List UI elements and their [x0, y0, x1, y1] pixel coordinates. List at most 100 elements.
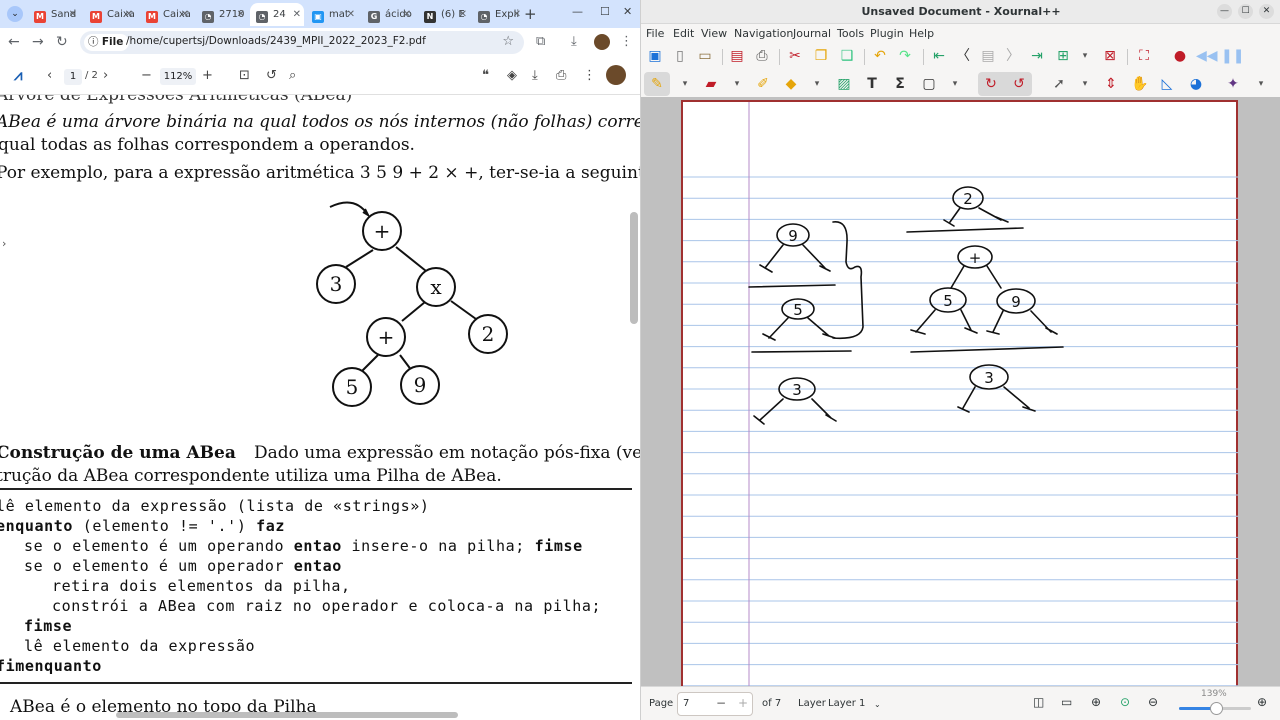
zoom-out-icon[interactable]: ⊖	[1148, 695, 1158, 709]
new-tab-icon[interactable]: +	[524, 5, 537, 23]
shapes-icon[interactable]: ◆	[783, 76, 799, 92]
back-icon[interactable]: ←	[8, 34, 20, 50]
avatar[interactable]	[594, 34, 610, 50]
last-page-icon[interactable]: ⇥	[1029, 48, 1045, 64]
dual-page-icon[interactable]: ◫	[1033, 695, 1044, 709]
menu-file[interactable]: File	[646, 27, 664, 40]
open-icon[interactable]: ▭	[697, 48, 713, 64]
redo-icon[interactable]: ↷	[897, 48, 913, 64]
new-document-icon[interactable]: ▯	[672, 48, 688, 64]
first-page-icon[interactable]: ⇤	[931, 48, 947, 64]
highlighter-icon[interactable]: ✐	[755, 76, 771, 92]
drawing-canvas[interactable]: 9 5 3 2 +5 9 3	[641, 97, 1280, 686]
select-icon[interactable]: ➚	[1051, 76, 1067, 92]
pause-icon[interactable]: ❚❚	[1221, 48, 1244, 64]
page-increment-icon[interactable]: +	[738, 696, 748, 710]
menu-help[interactable]: Help	[909, 27, 934, 40]
menu-edit[interactable]: Edit	[673, 27, 694, 40]
menu-view[interactable]: View	[701, 27, 727, 40]
latex-icon[interactable]: Σ	[892, 76, 908, 92]
horizontal-scrollbar[interactable]	[116, 712, 458, 718]
pdf-viewport[interactable]: Árvore de Expressões Aritméticas (ABea) …	[0, 95, 640, 720]
downloads-icon[interactable]: ⤓	[571, 34, 577, 49]
zoom-input[interactable]: 112%	[160, 68, 196, 85]
tab-search-icon[interactable]: ⌄	[7, 6, 23, 22]
pdf-download-icon[interactable]: ⤓	[532, 68, 538, 83]
fullscreen-icon[interactable]: ⛶	[1136, 48, 1152, 64]
reload-icon[interactable]: ↻	[56, 34, 68, 50]
eraser-dropdown-icon[interactable]: ▾	[729, 76, 745, 92]
pdf-more-icon[interactable]: ⋮	[583, 68, 596, 83]
search-icon[interactable]: ⌕	[289, 68, 296, 83]
tab-close-icon[interactable]: ✕	[125, 3, 133, 26]
zoom-in-icon[interactable]: +	[202, 68, 213, 83]
browser-tab[interactable]: M Caixa ✕	[84, 3, 136, 26]
sidebar-expand-icon[interactable]: ›	[2, 237, 6, 250]
export-pdf-icon[interactable]: ▤	[729, 48, 745, 64]
tab-close-icon[interactable]: ✕	[347, 3, 355, 26]
highlight-icon[interactable]: ◈	[507, 68, 517, 83]
rotate-icon[interactable]: ↺	[266, 68, 277, 83]
close-icon[interactable]: ✕	[623, 5, 632, 18]
browser-tab[interactable]: ◔ 2710 ✕	[196, 3, 248, 26]
minimize-icon[interactable]: —	[572, 5, 583, 18]
presentation-icon[interactable]: ▭	[1061, 695, 1072, 709]
menu-journal[interactable]: Journal	[793, 27, 831, 40]
tab-close-icon[interactable]: ✕	[293, 3, 301, 26]
browser-tab[interactable]: M Sand ✕	[28, 3, 80, 26]
extensions-icon[interactable]: ⧉	[536, 34, 545, 49]
page-spinner[interactable]: 7 − +	[677, 692, 753, 716]
menu-tools[interactable]: Tools	[837, 27, 864, 40]
x-minimize-icon[interactable]: —	[1217, 4, 1232, 19]
x-close-icon[interactable]: ✕	[1259, 4, 1274, 19]
tab-close-icon[interactable]: ✕	[459, 3, 467, 26]
layer-dropdown-icon[interactable]: ⌄	[874, 700, 881, 709]
vertical-space-icon[interactable]: ⇕	[1103, 76, 1119, 92]
zoom-fit-icon[interactable]: ⊕	[1091, 695, 1101, 709]
setsquare-icon[interactable]: ◺	[1159, 76, 1175, 92]
toolbox-icon[interactable]: ✦	[1225, 76, 1241, 92]
browser-tab[interactable]: M Caixa ✕	[140, 3, 192, 26]
tab-close-icon[interactable]: ✕	[403, 3, 411, 26]
print-icon[interactable]: ⎙	[556, 68, 566, 83]
prev-page-icon[interactable]: ‹	[47, 68, 52, 83]
pen-icon[interactable]: ✎	[649, 76, 665, 92]
site-info-chip[interactable]: ⓘ File	[84, 34, 130, 51]
rectangle-icon[interactable]: ▢	[921, 76, 937, 92]
rewind-icon[interactable]: ◀◀	[1196, 48, 1218, 64]
add-page-dropdown-icon[interactable]: ▾	[1077, 48, 1093, 64]
undo-icon[interactable]: ↶	[872, 48, 888, 64]
tab-close-icon[interactable]: ✕	[513, 3, 521, 26]
paste-icon[interactable]: ❑	[839, 48, 855, 64]
prev-page-icon[interactable]: 〈	[955, 48, 971, 64]
comment-icon[interactable]: ❝	[482, 68, 489, 83]
address-bar[interactable]: ⓘ File /home/cupertsj/Downloads/2439_MPI…	[80, 31, 524, 54]
tab-close-icon[interactable]: ✕	[237, 3, 245, 26]
page-number-input[interactable]: 1	[64, 69, 82, 85]
browser-tab[interactable]: ◔ 24 ✕	[250, 3, 304, 26]
layer-select[interactable]: Layer 1	[828, 698, 865, 709]
zoom-slider[interactable]	[1179, 702, 1251, 715]
browser-tab[interactable]: N (6) E ✕	[418, 3, 470, 26]
compass-icon[interactable]: ◕	[1188, 76, 1204, 92]
page-decrement-icon[interactable]: −	[716, 696, 726, 710]
tab-close-icon[interactable]: ✕	[181, 3, 189, 26]
x-maximize-icon[interactable]: ☐	[1238, 4, 1253, 19]
eraser-icon[interactable]: ▰	[703, 76, 719, 92]
goto-page-icon[interactable]: ▤	[980, 48, 996, 64]
menu-plugin[interactable]: Plugin	[870, 27, 904, 40]
text-tool-icon[interactable]: T	[864, 76, 880, 92]
select-dropdown-icon[interactable]: ▾	[1077, 76, 1093, 92]
fit-page-icon[interactable]: ⊡	[239, 68, 250, 83]
zoom-100-icon[interactable]: ⊙	[1120, 695, 1130, 709]
menu-navigation[interactable]: Navigation	[734, 27, 793, 40]
print-icon[interactable]: ⎙	[754, 48, 770, 64]
more-menu-icon[interactable]: ⋮	[620, 34, 633, 49]
browser-tab[interactable]: ◔ Expli ✕	[472, 3, 524, 26]
tab-close-icon[interactable]: ✕	[69, 3, 77, 26]
save-icon[interactable]: ▣	[647, 48, 663, 64]
ruler-snap-icon[interactable]: ↻	[983, 76, 999, 92]
vertical-scrollbar[interactable]	[630, 212, 638, 324]
delete-page-icon[interactable]: ⊠	[1102, 48, 1118, 64]
pen-dropdown-icon[interactable]: ▾	[677, 76, 693, 92]
